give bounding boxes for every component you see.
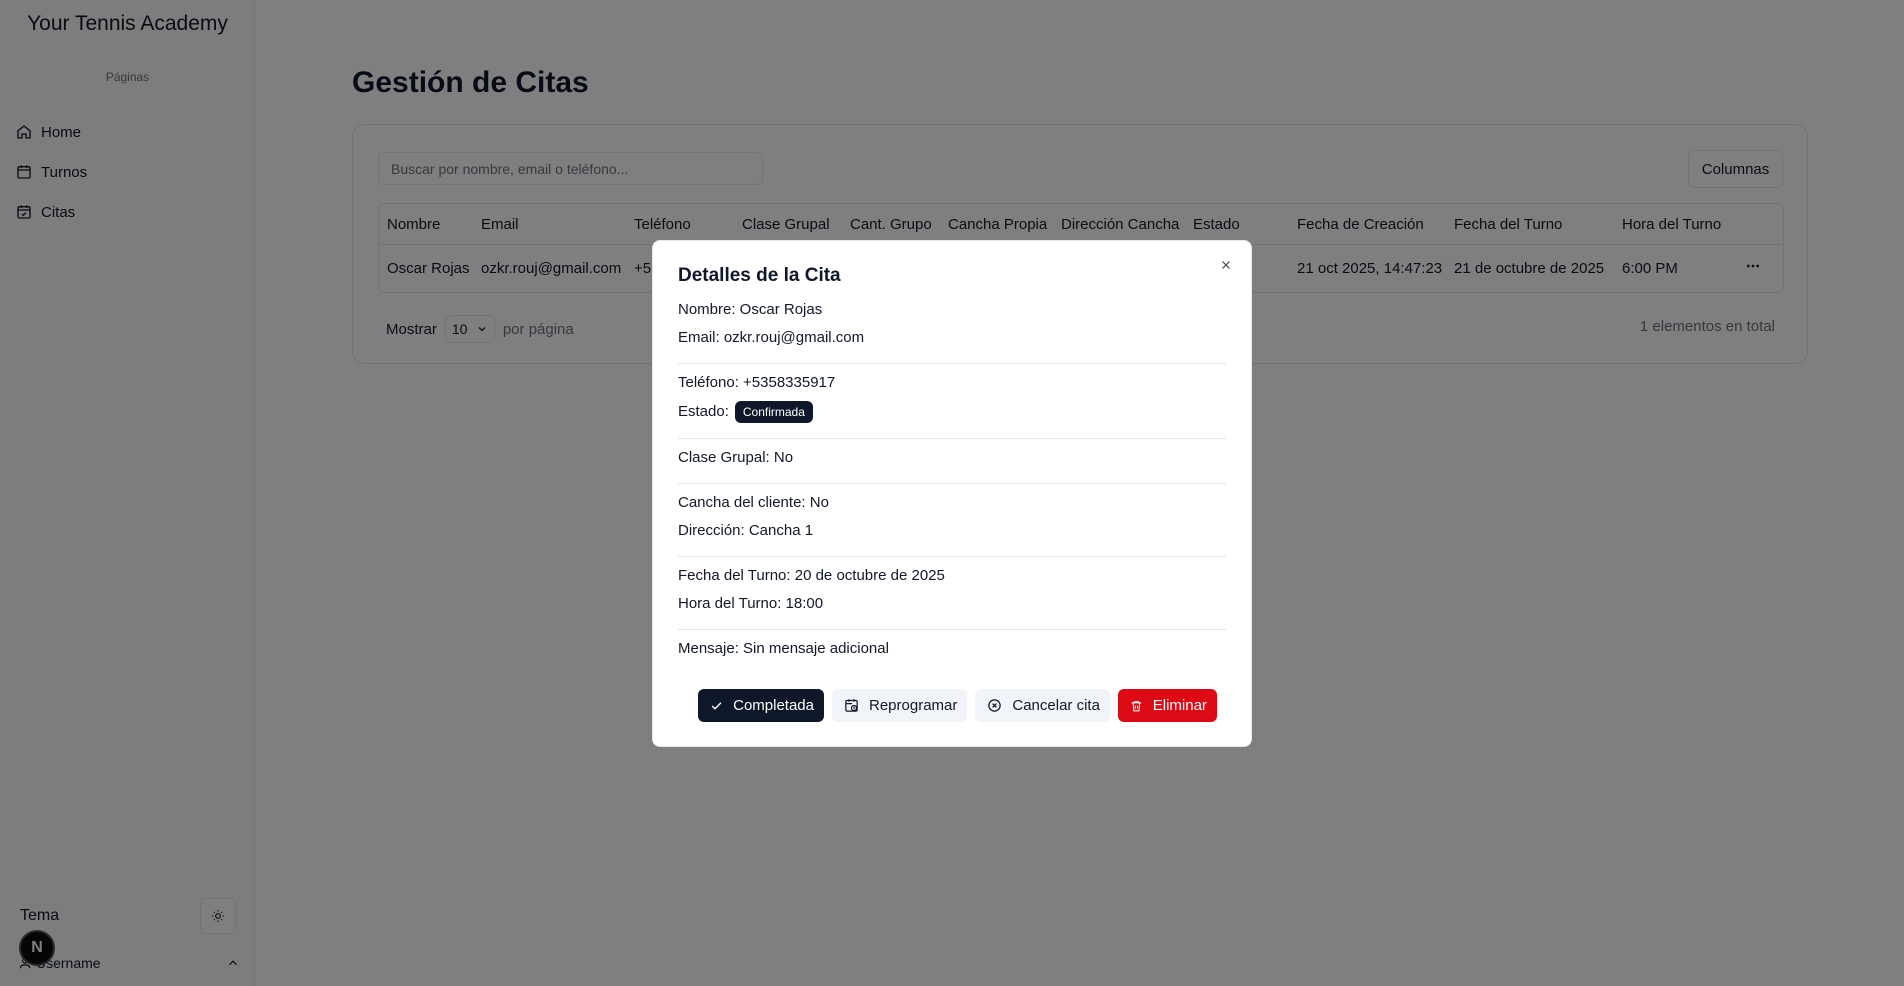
divider <box>678 363 1226 364</box>
check-icon <box>711 701 722 710</box>
close-icon <box>1222 261 1230 269</box>
delete-button[interactable]: Eliminar <box>1117 689 1217 722</box>
button-label: Completada <box>733 697 814 714</box>
button-label: Eliminar <box>1152 697 1207 714</box>
dialog-actions: Completada Reprogramar Cancelar cita Eli… <box>698 689 1217 722</box>
field-clase-grupal: Clase Grupal: No <box>678 449 794 466</box>
close-button[interactable] <box>1217 256 1235 274</box>
status-badge: Confirmada <box>734 401 813 423</box>
cancel-appointment-button[interactable]: Cancelar cita <box>975 689 1110 722</box>
circle-x-icon <box>988 699 1002 712</box>
button-label: Reprogramar <box>869 697 958 714</box>
divider <box>678 556 1226 557</box>
estado-label: Estado: <box>678 402 729 420</box>
field-direccion: Dirección: Cancha 1 <box>678 522 814 539</box>
appointment-details-dialog: Detalles de la Cita Nombre: Oscar Rojas … <box>652 240 1252 747</box>
divider <box>678 629 1226 630</box>
field-mensaje: Mensaje: Sin mensaje adicional <box>678 640 889 657</box>
field-telefono: Teléfono: +5358335917 <box>678 374 836 391</box>
trash-icon <box>1131 700 1142 711</box>
field-estado: Estado: Confirmada <box>678 401 813 423</box>
divider <box>678 483 1226 484</box>
field-cancha-cliente: Cancha del cliente: No <box>678 494 829 511</box>
field-nombre: Nombre: Oscar Rojas <box>678 301 823 318</box>
button-label: Cancelar cita <box>1012 697 1100 714</box>
reschedule-button[interactable]: Reprogramar <box>832 689 968 722</box>
calendar-clock-icon <box>845 699 858 712</box>
mark-completed-button[interactable]: Completada <box>698 689 824 722</box>
field-fecha-turno: Fecha del Turno: 20 de octubre de 2025 <box>678 567 945 584</box>
field-email: Email: ozkr.rouj@gmail.com <box>678 329 865 346</box>
dialog-title: Detalles de la Cita <box>678 265 841 286</box>
field-hora-turno: Hora del Turno: 18:00 <box>678 595 824 612</box>
divider <box>678 438 1226 439</box>
